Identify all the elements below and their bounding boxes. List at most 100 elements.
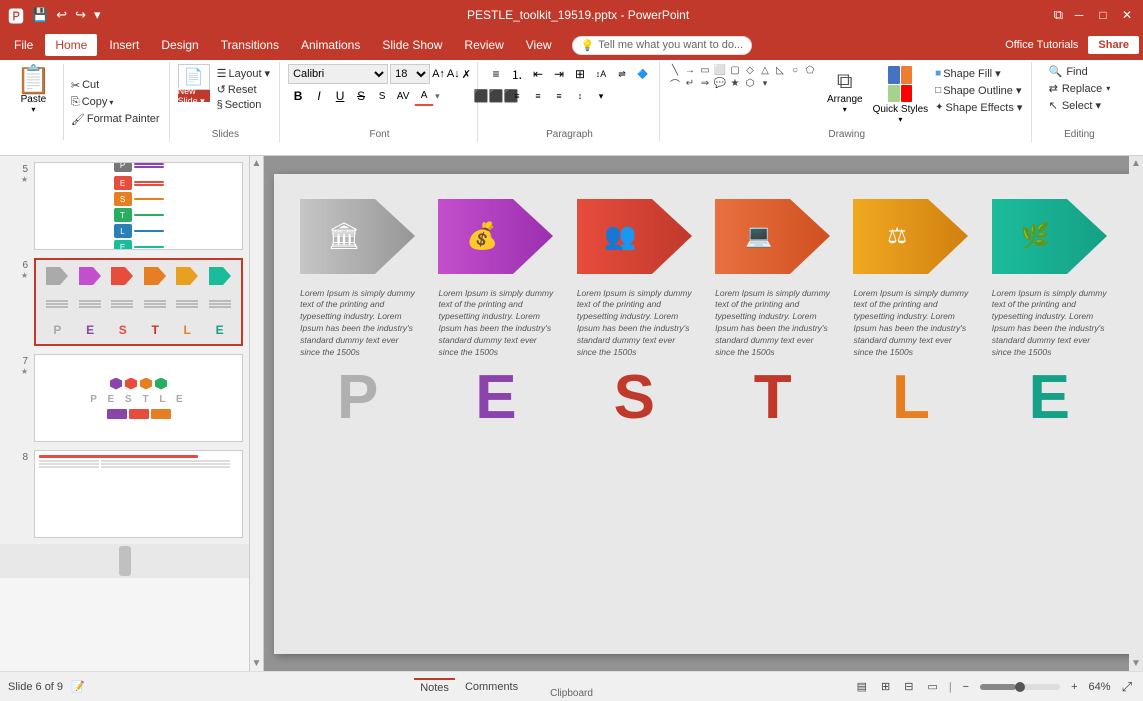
para-more-button[interactable]: ▾: [591, 86, 611, 106]
decrease-indent-button[interactable]: ⇤: [528, 64, 548, 84]
cut-button[interactable]: ✂Cut: [68, 78, 163, 93]
text-direction-button[interactable]: ↕A: [591, 64, 611, 84]
smartart-button[interactable]: 🔷: [633, 64, 653, 84]
customize-icon[interactable]: ▾: [92, 5, 103, 25]
spacing-button[interactable]: AV: [393, 86, 413, 106]
arrange-icon: ⧉: [837, 68, 853, 94]
shadow-button[interactable]: S: [372, 86, 392, 106]
shape-curve[interactable]: ⌒: [668, 77, 682, 89]
redo-icon[interactable]: ↪: [73, 5, 88, 25]
e1-text: Lorem Ipsum is simply dummy text of the …: [438, 288, 553, 359]
menu-slideshow[interactable]: Slide Show: [372, 34, 452, 56]
shape-outline-button[interactable]: □ Shape Outline ▾: [932, 83, 1025, 98]
font-color-button[interactable]: A: [414, 86, 434, 106]
scroll-up-btn[interactable]: ▲: [250, 156, 264, 171]
close-button[interactable]: ✕: [1119, 7, 1135, 23]
maximize-button[interactable]: □: [1095, 7, 1111, 23]
underline-button[interactable]: U: [330, 86, 350, 106]
canvas-scroll-up[interactable]: ▲: [1129, 156, 1143, 171]
slide-panel-scrollbar[interactable]: [119, 546, 131, 576]
menu-design[interactable]: Design: [151, 34, 208, 56]
minimize-button[interactable]: ─: [1071, 7, 1087, 23]
share-button[interactable]: Share: [1088, 36, 1139, 54]
shape-pentagon[interactable]: ⬠: [803, 64, 817, 76]
zoom-slider-thumb[interactable]: [1015, 682, 1025, 692]
bullets-button[interactable]: ≡: [486, 64, 506, 84]
ribbon-group-drawing: ╲ → ▭ ⬜ ▢ ◇ △ ◺ ○ ⬠ ⌒ ↵ ⇒ 💬 ★ ⬡ ▾: [662, 62, 1032, 142]
ribbon-group-clipboard: 📋 Paste ▾ ✂Cut ⎘Copy▾ 🖌Format Painter Cl…: [4, 62, 170, 142]
menu-file[interactable]: File: [4, 34, 43, 56]
justify-button[interactable]: ≡: [549, 86, 569, 106]
section-button[interactable]: §Section: [214, 98, 273, 112]
reset-button[interactable]: ↺Reset: [214, 82, 273, 97]
slide-thumb-5[interactable]: 5 ★ P E: [4, 160, 245, 252]
shape-flowchart[interactable]: ⬡: [743, 77, 757, 89]
canvas-scroll-down[interactable]: ▼: [1129, 656, 1143, 671]
font-grow-button[interactable]: A↑: [432, 68, 445, 80]
menu-review[interactable]: Review: [454, 34, 513, 56]
slide-thumb-8[interactable]: 8: [4, 448, 245, 540]
arrange-button[interactable]: ⧉ Arrange ▾: [821, 64, 869, 118]
copy-button[interactable]: ⎘Copy▾: [68, 95, 163, 110]
font-shrink-button[interactable]: A↓: [447, 68, 460, 80]
l-icon: ⚖: [887, 223, 907, 249]
shape-star[interactable]: ★: [728, 77, 742, 89]
p-letter: P: [337, 367, 378, 429]
shape-triangle[interactable]: △: [758, 64, 772, 76]
shape-arrow[interactable]: →: [683, 64, 697, 76]
layout-button[interactable]: ☰Layout ▾: [214, 66, 273, 81]
shape-right-tri[interactable]: ◺: [773, 64, 787, 76]
shape-more[interactable]: ▾: [758, 77, 772, 89]
find-button[interactable]: 🔍 Find: [1045, 64, 1115, 79]
menu-home[interactable]: Home: [45, 34, 97, 56]
new-slide-button[interactable]: 📄 New Slide ▾: [178, 64, 210, 102]
italic-button[interactable]: I: [309, 86, 329, 106]
convert-button[interactable]: ⇌: [612, 64, 632, 84]
font-more-button[interactable]: ▾: [435, 91, 440, 102]
office-tutorials-link[interactable]: Office Tutorials: [997, 35, 1086, 55]
quick-styles-button[interactable]: Quick Styles ▾: [873, 64, 929, 124]
undo-icon[interactable]: ↩: [54, 5, 69, 25]
slide-thumb-7[interactable]: 7 ★ P E S T L E: [4, 352, 245, 444]
shape-rect2[interactable]: ⬜: [713, 64, 727, 76]
slide-panel-vscroll[interactable]: ▲ ▼: [250, 156, 264, 671]
shape-round-rect[interactable]: ▢: [728, 64, 742, 76]
align-left-button[interactable]: ⬛⬛⬛: [486, 86, 506, 106]
scroll-down-btn[interactable]: ▼: [250, 656, 264, 671]
menu-insert[interactable]: Insert: [99, 34, 149, 56]
shape-rect[interactable]: ▭: [698, 64, 712, 76]
clear-format-button[interactable]: ✗: [462, 68, 471, 81]
font-name-select[interactable]: Calibri: [288, 64, 388, 84]
paste-button[interactable]: 📋 Paste ▾: [10, 64, 57, 116]
tell-me-box[interactable]: 💡 Tell me what you want to do...: [572, 36, 753, 55]
canvas-vscroll[interactable]: ▲ ▼: [1129, 156, 1143, 671]
slide-canvas[interactable]: 🏛 Lorem Ipsum is simply dummy text of th…: [274, 174, 1134, 654]
shape-ellipse[interactable]: ○: [788, 64, 802, 76]
select-button[interactable]: ↖ Select ▾: [1045, 98, 1115, 113]
shape-fill-button[interactable]: ■ Shape Fill ▾: [932, 66, 1025, 81]
shape-diamond[interactable]: ◇: [743, 64, 757, 76]
align-right-button[interactable]: ≡: [528, 86, 548, 106]
menu-view[interactable]: View: [516, 34, 562, 56]
columns-button[interactable]: ⊞: [570, 64, 590, 84]
menu-transitions[interactable]: Transitions: [211, 34, 289, 56]
line-spacing-button[interactable]: ↕: [570, 86, 590, 106]
font-size-select[interactable]: 18: [390, 64, 430, 84]
shape-callout[interactable]: 💬: [713, 77, 727, 89]
format-painter-button[interactable]: 🖌Format Painter: [68, 112, 163, 127]
bold-button[interactable]: B: [288, 86, 308, 106]
menu-animations[interactable]: Animations: [291, 34, 370, 56]
zoom-slider[interactable]: [980, 684, 1060, 690]
align-center-button[interactable]: ≡: [507, 86, 527, 106]
slide-thumb-6[interactable]: 6 ★: [4, 256, 245, 348]
shape-bent[interactable]: ↵: [683, 77, 697, 89]
strikethrough-button[interactable]: S: [351, 86, 371, 106]
restore-icon[interactable]: ⧉: [1054, 7, 1063, 23]
increase-indent-button[interactable]: ⇥: [549, 64, 569, 84]
shape-line[interactable]: ╲: [668, 64, 682, 76]
save-icon[interactable]: 💾: [30, 5, 50, 25]
shape-effects-button[interactable]: ✦ Shape Effects ▾: [932, 100, 1025, 115]
shape-block-arrow[interactable]: ⇒: [698, 77, 712, 89]
replace-button[interactable]: ⇄ Replace ▾: [1045, 81, 1115, 96]
numbering-button[interactable]: ⒈: [507, 64, 527, 84]
